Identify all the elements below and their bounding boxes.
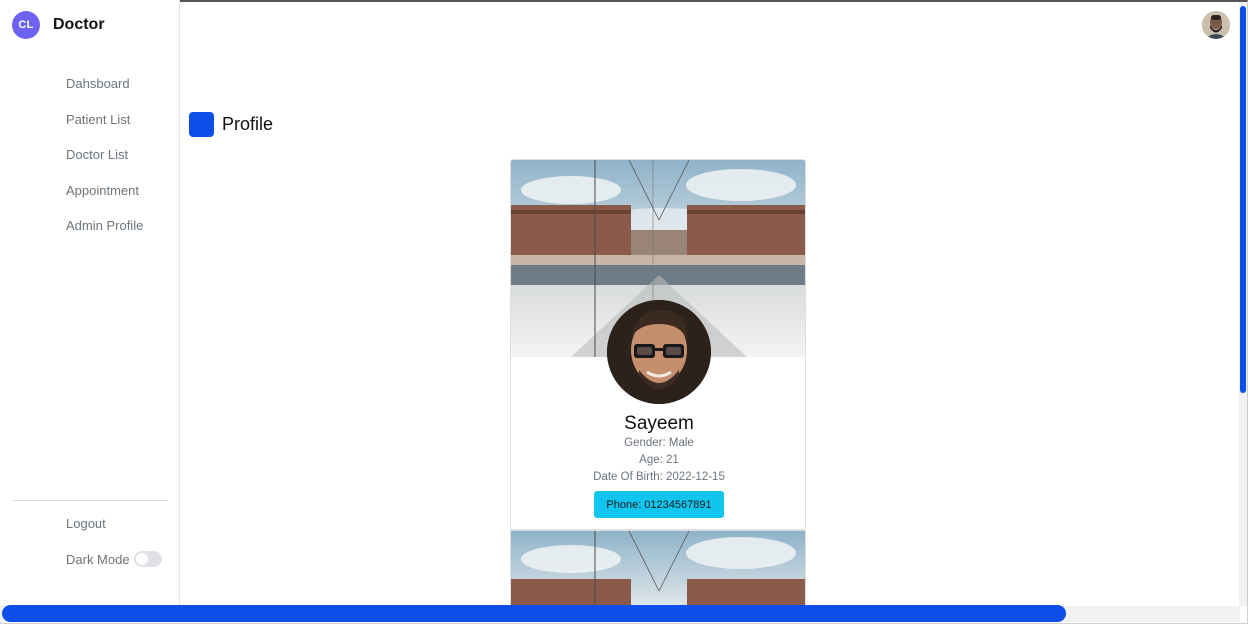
sidebar-item-admin-profile[interactable]: Admin Profile <box>66 216 143 252</box>
user-avatar-image <box>1202 11 1230 39</box>
brand-name: Doctor <box>53 16 105 33</box>
sidebar-item-patient-list[interactable]: Patient List <box>66 110 143 146</box>
profile-age: Age: 21 <box>639 454 679 466</box>
profile-card-2 <box>510 530 806 606</box>
cover-image-2 <box>511 531 805 606</box>
brand-logo-icon: CL <box>12 11 40 39</box>
sidebar-item-doctor-list[interactable]: Doctor List <box>66 145 143 181</box>
brand[interactable]: CL Doctor <box>12 11 105 39</box>
dark-mode-row: Dark Mode <box>66 551 162 567</box>
sidebar-divider <box>12 500 168 501</box>
page-heading: Profile <box>189 112 273 137</box>
profile-dob: Date Of Birth: 2022-12-15 <box>593 471 725 483</box>
phone-button[interactable]: Phone: 01234567891 <box>594 491 724 518</box>
dark-mode-toggle[interactable] <box>133 551 162 567</box>
sidebar-item-dashboard[interactable]: Dahsboard <box>66 74 143 110</box>
horizontal-scrollbar-thumb[interactable] <box>2 605 1066 622</box>
heading-accent-box <box>189 112 214 137</box>
user-avatar-icon[interactable] <box>1202 11 1230 39</box>
dark-mode-label: Dark Mode <box>66 551 130 567</box>
toggle-knob <box>135 553 148 565</box>
profile-card: Sayeem Gender: Male Age: 21 Date Of Birt… <box>510 159 806 530</box>
profile-avatar <box>607 300 711 404</box>
sidebar: CL Doctor Dahsboard Patient List Doctor … <box>0 0 180 606</box>
profile-avatar-image <box>607 300 711 404</box>
vertical-scrollbar-thumb[interactable] <box>1240 6 1246 393</box>
logout-link[interactable]: Logout <box>66 516 106 531</box>
sidebar-nav: Dahsboard Patient List Doctor List Appoi… <box>66 74 143 252</box>
sidebar-item-appointment[interactable]: Appointment <box>66 181 143 217</box>
profile-name: Sayeem <box>624 413 694 434</box>
page-title: Profile <box>222 114 274 134</box>
profile-gender: Gender: Male <box>624 437 694 449</box>
